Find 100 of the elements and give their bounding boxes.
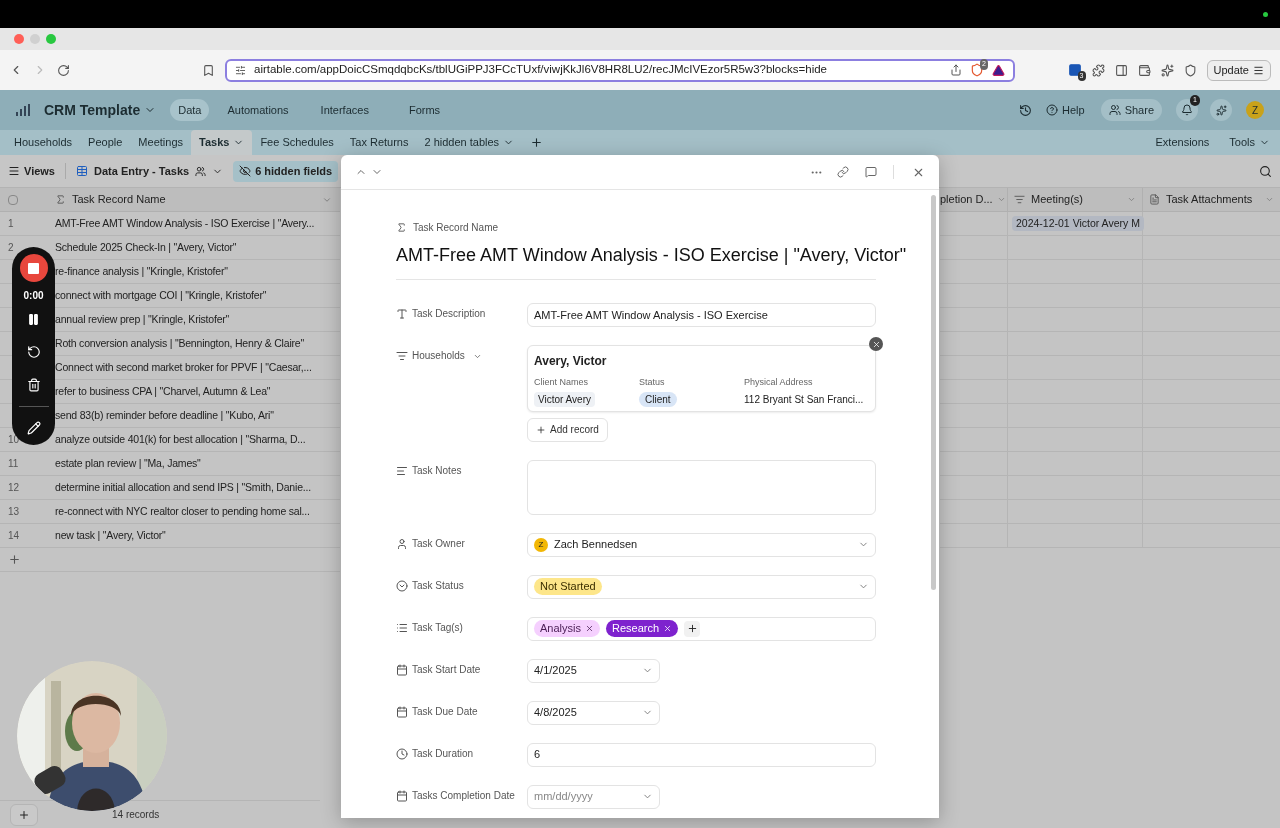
nav-tab[interactable]: Automations bbox=[219, 99, 297, 121]
add-record-button[interactable]: Add record bbox=[527, 417, 608, 442]
base-name[interactable]: CRM Template bbox=[44, 99, 141, 121]
table-cell[interactable]: connect with mortgage COI | "Kringle, Kristofer" bbox=[55, 287, 267, 304]
wallet-icon[interactable] bbox=[1137, 63, 1151, 77]
update-button[interactable]: Update bbox=[1206, 59, 1271, 81]
table-cell[interactable]: estate plan review | "Ma, James" bbox=[55, 455, 201, 472]
shield-icon[interactable] bbox=[1183, 63, 1197, 77]
help-button[interactable]: Help bbox=[1046, 101, 1085, 119]
user-icon bbox=[396, 537, 408, 550]
table-cell[interactable]: Roth conversion analysis | "Bennington, Henry & Claire" bbox=[55, 335, 304, 352]
table-row[interactable]: 1 AMT-Free AMT Window Analysis - ISO Exercise | "Avery... bbox=[0, 212, 340, 236]
table-cell[interactable]: Schedule 2025 Check-In | "Avery, Victor" bbox=[55, 239, 237, 256]
linked-record-icon bbox=[396, 350, 408, 362]
recording-indicator-icon bbox=[1263, 11, 1268, 17]
sparkle-icon[interactable] bbox=[1160, 63, 1174, 77]
view-switcher[interactable]: Data Entry - Tasks bbox=[76, 162, 224, 180]
address-value: 112 Bryant St San Franci... bbox=[744, 392, 864, 407]
column-header[interactable]: Task Record Name bbox=[72, 191, 322, 208]
hidden-tables-button[interactable]: 2 hidden tables bbox=[416, 130, 523, 155]
status-select[interactable]: Not Started bbox=[527, 574, 876, 599]
row-number: 2 bbox=[8, 242, 14, 253]
views-button[interactable]: Views bbox=[8, 162, 55, 180]
remove-record-button[interactable] bbox=[869, 337, 883, 351]
add-table-icon[interactable] bbox=[530, 136, 544, 149]
user-avatar[interactable]: Z bbox=[1246, 101, 1264, 119]
table-cell[interactable]: re-connect with NYC realtor closer to pending home sal... bbox=[55, 503, 310, 520]
history-icon[interactable] bbox=[1019, 103, 1032, 117]
nav-tab[interactable]: Forms bbox=[400, 99, 449, 121]
date-field[interactable]: mm/dd/yyyy bbox=[527, 784, 660, 809]
table-row[interactable]: 2024-12-01 Victor Avery M bbox=[940, 212, 1280, 236]
table-row[interactable]: 13 re-connect with NYC realtor closer to pending home sal... bbox=[0, 500, 340, 524]
restart-icon[interactable] bbox=[26, 345, 41, 359]
add-button[interactable] bbox=[10, 803, 38, 826]
bookmark-icon[interactable] bbox=[202, 63, 215, 77]
search-icon[interactable] bbox=[1259, 164, 1272, 178]
table-cell[interactable]: AMT-Free AMT Window Analysis - ISO Exercise | "Avery... bbox=[55, 215, 315, 232]
column-header[interactable]: Meeting(s) bbox=[1031, 191, 1121, 208]
table-row[interactable]: 11 estate plan review | "Ma, James" bbox=[0, 452, 340, 476]
assistant-button[interactable] bbox=[1210, 99, 1232, 121]
nav-tab[interactable]: Data bbox=[170, 99, 210, 121]
table-cell[interactable]: refer to business CPA | "Charvel, Autumn & Lea" bbox=[55, 383, 271, 400]
extension-icon[interactable] bbox=[1067, 63, 1082, 77]
remove-tag-icon[interactable] bbox=[663, 624, 673, 633]
hidden-fields-button[interactable]: 6 hidden fields bbox=[233, 160, 339, 182]
reload-icon[interactable] bbox=[57, 63, 70, 77]
linked-record-icon bbox=[1014, 194, 1025, 205]
table-cell[interactable]: annual review prep | "Kringle, Kristofer" bbox=[55, 311, 230, 328]
notes-field[interactable] bbox=[527, 459, 876, 515]
menu-icon bbox=[1253, 64, 1264, 76]
table-cell[interactable]: send 83(b) reminder before deadline | "Kubo, Ari" bbox=[55, 407, 274, 424]
owner-select[interactable]: Z Zach Bennedsen bbox=[527, 532, 876, 557]
number-field[interactable]: 6 bbox=[527, 742, 876, 767]
card-column-label: Physical Address bbox=[744, 376, 813, 389]
shield-icon[interactable] bbox=[970, 63, 984, 77]
add-row-icon[interactable] bbox=[8, 553, 21, 566]
site-settings-icon[interactable] bbox=[235, 64, 246, 76]
select-all-checkbox[interactable] bbox=[8, 194, 18, 205]
table-tab[interactable]: Meetings bbox=[130, 130, 191, 155]
comment-icon[interactable] bbox=[865, 166, 877, 178]
recording-time: 0:00 bbox=[23, 289, 44, 303]
table-row[interactable]: 14 new task | "Avery, Victor" bbox=[0, 524, 340, 548]
pause-icon[interactable] bbox=[27, 313, 40, 326]
chevron-down-icon bbox=[472, 352, 482, 361]
table-cell[interactable]: new task | "Avery, Victor" bbox=[55, 527, 166, 544]
table-tab[interactable]: Tasks bbox=[191, 130, 253, 155]
date-field[interactable]: 4/1/2025 bbox=[527, 658, 660, 683]
share-button[interactable]: Share bbox=[1100, 99, 1162, 121]
column-header[interactable]: pletion D... bbox=[940, 191, 993, 208]
table-cell[interactable]: analyze outside 401(k) for best allocation | "Sharma, D... bbox=[55, 431, 306, 448]
date-field[interactable]: 4/8/2025 bbox=[527, 700, 660, 725]
remove-tag-icon[interactable] bbox=[584, 624, 594, 633]
puzzle-icon[interactable] bbox=[1091, 63, 1105, 77]
share-icon[interactable] bbox=[950, 64, 962, 76]
table-tab[interactable]: Fee Schedules bbox=[252, 130, 342, 155]
stop-recording-button[interactable] bbox=[19, 254, 48, 282]
text-field[interactable]: AMT-Free AMT Window Analysis - ISO Exercise bbox=[527, 303, 876, 327]
table-row[interactable]: 12 determine initial allocation and send IPS | "Smith, Danie... bbox=[0, 476, 340, 500]
trash-icon[interactable] bbox=[26, 378, 41, 392]
card-column-label: Status bbox=[639, 376, 665, 389]
table-cell[interactable]: re-finance analysis | "Kringle, Kristofer" bbox=[55, 263, 228, 280]
close-window-icon[interactable] bbox=[14, 34, 24, 44]
table-cell[interactable]: determine initial allocation and send IPS | "Smith, Danie... bbox=[55, 479, 311, 496]
column-header[interactable]: Task Attachments bbox=[1166, 191, 1259, 208]
sidebar-icon[interactable] bbox=[1114, 63, 1128, 77]
linked-record-card[interactable]: Avery, Victor Client Names Victor Avery Status Client Physical Address 112 Bryant St San Franci... bbox=[527, 345, 876, 412]
triangle-icon[interactable] bbox=[992, 63, 1005, 77]
link-icon[interactable] bbox=[837, 166, 849, 178]
table-cell[interactable]: Connect with second market broker for PPVF | "Caesar,... bbox=[55, 359, 312, 376]
pencil-icon[interactable] bbox=[26, 421, 41, 435]
nav-tab[interactable]: Interfaces bbox=[312, 99, 377, 121]
add-tag-button[interactable] bbox=[684, 620, 701, 637]
scrollbar-thumb[interactable] bbox=[931, 195, 936, 590]
tag-chip: Analysis bbox=[534, 620, 600, 637]
field-label: Task Tag(s) bbox=[412, 620, 463, 635]
tools-button[interactable]: Tools bbox=[1219, 130, 1280, 155]
extensions-button[interactable]: Extensions bbox=[1145, 130, 1220, 155]
table-tab[interactable]: Tax Returns bbox=[341, 130, 417, 155]
table-tab[interactable]: People bbox=[80, 130, 131, 155]
table-tab[interactable]: Households bbox=[6, 130, 81, 155]
